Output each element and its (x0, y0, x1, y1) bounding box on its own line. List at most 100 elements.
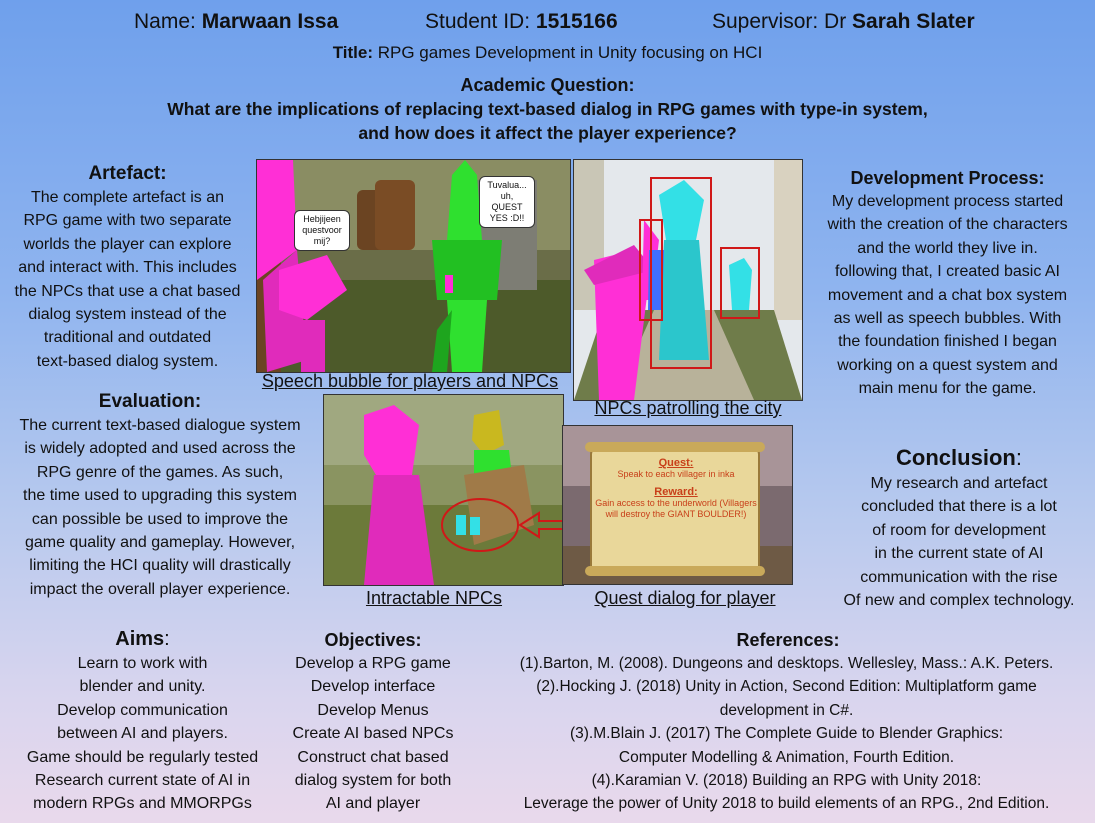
quest-text: Speak to each villager in inka (617, 469, 735, 479)
patrol-scene (574, 160, 802, 400)
text-line: main menu for the game. (858, 380, 1037, 398)
reference-item: (2).Hocking J. (2018) Unity in Action, S… (536, 678, 1037, 696)
text-line: limiting the HCI quality will drasticall… (29, 557, 291, 575)
aims-heading: Aims: (0, 626, 285, 652)
text-line: working on a quest system and (837, 356, 1058, 374)
text-line: Learn to work with (77, 655, 208, 672)
text-line: in the current state of AI (874, 545, 1044, 563)
references-section: References: (1).Barton, M. (2008). Dunge… (478, 628, 1095, 816)
quest-dialog-screenshot: Quest: Speak to each villager in inka Re… (562, 425, 793, 585)
aims-text: Learn to work with blender and unity. De… (0, 652, 285, 816)
text-line: the foundation finished I began (838, 333, 1057, 351)
student-name: Marwaan Issa (201, 10, 339, 33)
reference-item: (4).Karamian V. (2018) Building an RPG w… (591, 772, 982, 790)
supervisor-label: Supervisor: Dr (712, 10, 847, 33)
title-label: Title: (332, 43, 373, 62)
conclusion-heading-text: Conclusion (896, 445, 1016, 470)
name-label: Name: (134, 10, 196, 33)
text-line: movement and a chat box system (827, 286, 1068, 304)
intractable-caption: Intractable NPCs (365, 588, 503, 608)
intractable-scene (324, 395, 563, 585)
supervisor-name: Sarah Slater (852, 10, 975, 33)
conclusion-heading: Conclusion: (826, 444, 1092, 472)
text-line: Develop a RPG game (295, 655, 451, 672)
reference-item: Leverage the power of Unity 2018 to buil… (523, 795, 1050, 813)
text-line: The current text-based dialogue system (19, 417, 301, 434)
text-line: following that, I created basic AI (834, 263, 1060, 281)
text-line: modern RPGs and MMORPGs (33, 795, 252, 813)
text-line: Of new and complex technology. (843, 592, 1075, 610)
objectives-heading: Objectives: (324, 630, 422, 650)
academic-question: Academic Question: What are the implicat… (0, 73, 1095, 145)
heading-colon: : (1015, 445, 1022, 470)
intractable-npc-screenshot (323, 394, 564, 586)
title-text: RPG games Development in Unity focusing … (377, 43, 763, 62)
text-line: the time used to upgrading this system (23, 487, 297, 505)
text-line: Research current state of AI in (34, 772, 251, 790)
npc-speech-bubble: Hebjijeen questvoor mij? (294, 210, 350, 251)
artefact-heading: Artefact: (88, 163, 167, 184)
name-field: Name: Marwaan Issa (134, 10, 338, 34)
text-line: Game should be regularly tested (26, 748, 259, 766)
aims-heading-text: Aims (115, 628, 165, 650)
text-line: with the creation of the characters (827, 216, 1068, 234)
text-line: game quality and gameplay. However, (24, 534, 296, 552)
quest-scroll-text: Quest: Speak to each villager in inka Re… (593, 458, 759, 520)
patrol-caption: NPCs patrolling the city (594, 398, 782, 418)
text-line: dialog system for both (294, 772, 452, 790)
heading-colon: : (164, 628, 170, 650)
speech-bubble-screenshot: Hebjijeen questvoor mij? Tuvalua... uh, … (256, 159, 571, 373)
text-line: Create AI based NPCs (292, 725, 454, 743)
reference-item: (1).Barton, M. (2008). Dungeons and desk… (519, 655, 1054, 672)
aims-section: Aims: Learn to work with blender and uni… (0, 626, 285, 816)
text-line: dialog system instead of the (28, 306, 227, 324)
development-section: Development Process: My development proc… (805, 166, 1090, 401)
poster-title: Title: RPG games Development in Unity fo… (0, 43, 1095, 63)
quest-caption: Quest dialog for player (594, 588, 776, 608)
text-line: text-based dialog system. (36, 352, 219, 370)
text-line: Construct chat based (297, 748, 449, 766)
text-line: Develop Menus (317, 701, 429, 719)
objectives-section: Objectives: Develop a RPG game Develop i… (282, 628, 464, 816)
text-line: the NPCs that use a chat based (14, 282, 241, 300)
text-line: and the world they live in. (857, 239, 1038, 257)
student-id: 1515166 (535, 10, 618, 33)
text-line: as well as speech bubbles. With (833, 310, 1062, 328)
question-line: and how does it affect the player experi… (358, 123, 737, 143)
text-line: of room for development (872, 521, 1046, 539)
text-line: Develop communication (57, 701, 228, 719)
text-line: communication with the rise (860, 568, 1058, 586)
text-line: blender and unity. (79, 678, 206, 696)
conclusion-section: Conclusion: My research and artefact con… (826, 444, 1092, 612)
text-line: My research and artefact (870, 475, 1048, 492)
text-line: The complete artefact is an (31, 189, 224, 206)
student-id-label: Student ID: (425, 10, 531, 33)
question-line: What are the implications of replacing t… (167, 99, 928, 119)
text-line: worlds the player can explore (23, 235, 232, 253)
text-line: is widely adopted and used across the (24, 440, 296, 458)
reference-item: (3).M.Blain J. (2017) The Complete Guide… (569, 725, 1004, 743)
text-line: Develop interface (310, 678, 436, 696)
artefact-text: The complete artefact is an RPG game wit… (0, 186, 255, 373)
quest-label: Quest: (658, 457, 694, 469)
text-line: and interact with. This includes (18, 259, 237, 277)
references-text: (1).Barton, M. (2008). Dungeons and desk… (478, 652, 1095, 816)
text-line: RPG game with two separate (23, 212, 232, 230)
text-line: concluded that there is a lot (861, 498, 1057, 516)
student-id-field: Student ID: 1515166 (425, 10, 618, 34)
question-heading: Academic Question: (460, 75, 635, 95)
supervisor-field: Supervisor: Dr Sarah Slater (712, 10, 975, 34)
development-heading: Development Process: (850, 168, 1045, 188)
text-line: RPG genre of the games. As such, (36, 463, 284, 481)
text-line: My development process started (831, 193, 1064, 210)
patrol-screenshot (573, 159, 803, 401)
text-line: AI and player (325, 795, 421, 813)
reference-item: development in C#. (719, 701, 854, 719)
objectives-text: Develop a RPG game Develop interface Dev… (282, 652, 464, 816)
speech-caption: Speech bubble for players and NPCs (261, 371, 559, 391)
conclusion-text: My research and artefact concluded that … (826, 472, 1092, 612)
text-line: traditional and outdated (43, 329, 212, 347)
references-heading: References: (736, 630, 840, 650)
development-text: My development process started with the … (805, 190, 1090, 401)
reward-text: Gain access to the underworld (Villagers… (595, 498, 757, 519)
